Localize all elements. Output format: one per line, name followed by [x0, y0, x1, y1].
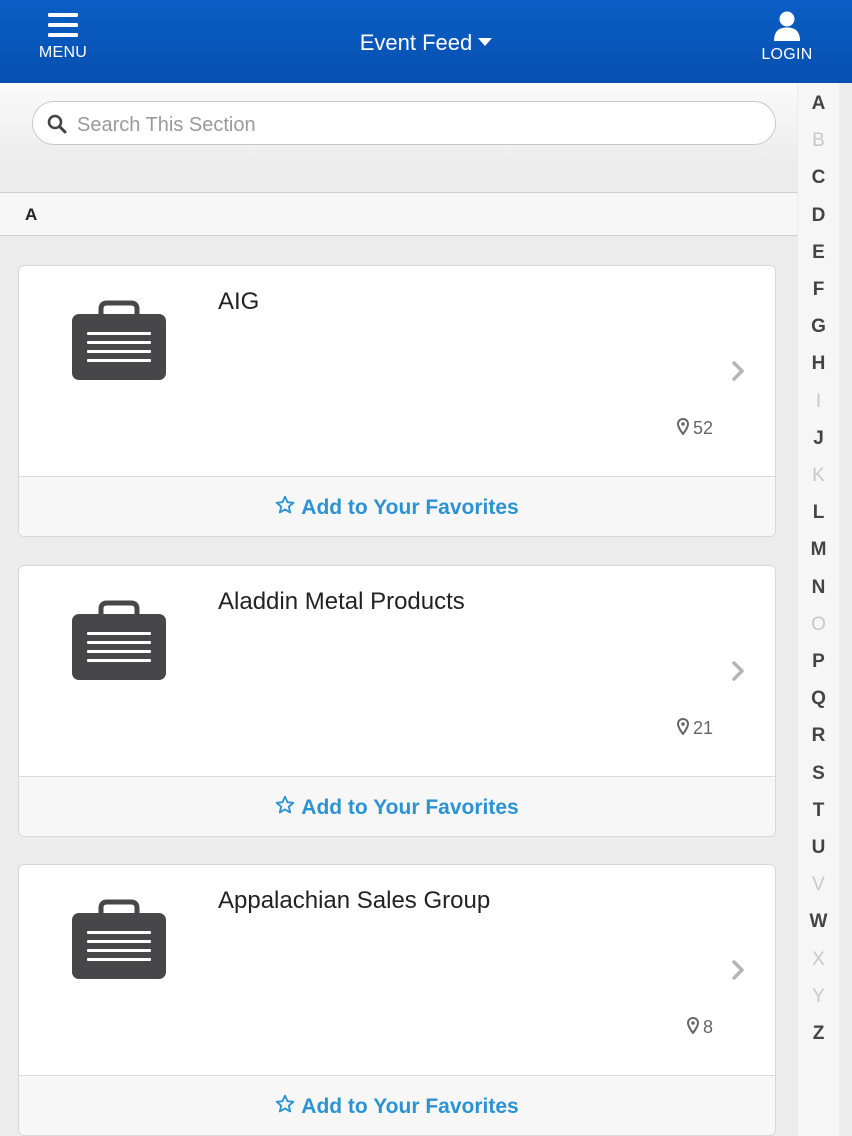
search-section — [0, 83, 797, 166]
index-letter-e[interactable]: E — [798, 242, 839, 264]
caret-down-icon — [478, 38, 493, 47]
hamburger-icon — [48, 13, 78, 37]
briefcase-icon — [72, 899, 166, 979]
location-count-value: 8 — [702, 1017, 713, 1037]
user-icon — [774, 11, 800, 41]
add-to-favorites-button[interactable]: Add to Your Favorites — [19, 476, 775, 536]
favorite-label: Add to Your Favorites — [301, 496, 519, 519]
exhibitor-name: Appalachian Sales Group — [218, 887, 491, 914]
exhibitor-name: AIG — [218, 288, 260, 315]
index-letter-h[interactable]: H — [798, 353, 839, 375]
search-icon — [47, 114, 67, 134]
index-letter-s[interactable]: S — [798, 763, 839, 785]
index-letter-d[interactable]: D — [798, 205, 839, 227]
add-to-favorites-button[interactable]: Add to Your Favorites — [19, 1075, 775, 1135]
location-count-value: 52 — [692, 418, 713, 438]
index-letter-j[interactable]: J — [798, 428, 839, 450]
index-letter-f[interactable]: F — [798, 279, 839, 301]
map-pin-icon — [676, 417, 689, 436]
exhibitor-card: Appalachian Sales Group 8 Add to Your Fa… — [18, 864, 776, 1136]
index-letter-o: O — [811, 613, 826, 635]
index-letter-n[interactable]: N — [798, 577, 839, 599]
index-letter-p[interactable]: P — [798, 651, 839, 673]
index-letter-g[interactable]: G — [798, 316, 839, 338]
map-pin-icon — [676, 717, 689, 736]
chevron-right-icon — [732, 960, 744, 980]
section-letter: A — [25, 205, 38, 224]
favorite-label: Add to Your Favorites — [301, 796, 519, 819]
exhibitor-name: Aladdin Metal Products — [218, 588, 465, 615]
map-pin-icon — [686, 1016, 699, 1035]
star-outline-icon — [276, 795, 295, 814]
page-title: Event Feed — [359, 30, 473, 55]
index-letter-r[interactable]: R — [798, 725, 839, 747]
event-feed-dropdown[interactable]: Event Feed — [326, 30, 526, 56]
index-letter-u[interactable]: U — [798, 837, 839, 859]
chevron-right-icon — [732, 361, 744, 381]
exhibitor-row[interactable]: AIG 52 — [19, 266, 775, 476]
index-letter-b: B — [812, 130, 825, 152]
alphabet-index-bar[interactable]: ABCDEFGHIJKLMNOPQRSTUVWXYZ — [797, 83, 839, 1136]
add-to-favorites-button[interactable]: Add to Your Favorites — [19, 776, 775, 836]
location-count: 8 — [686, 1016, 713, 1038]
exhibitor-card: Aladdin Metal Products 21 Add to Your Fa… — [18, 565, 776, 837]
menu-label: MENU — [38, 44, 88, 61]
section-header-a: A — [0, 192, 797, 236]
index-letter-m[interactable]: M — [798, 539, 839, 561]
menu-button[interactable]: MENU — [30, 10, 96, 74]
index-letter-z[interactable]: Z — [798, 1023, 839, 1045]
star-outline-icon — [276, 1094, 295, 1113]
exhibitor-row[interactable]: Appalachian Sales Group 8 — [19, 865, 775, 1075]
star-outline-icon — [276, 495, 295, 514]
index-letter-l[interactable]: L — [798, 502, 839, 524]
index-letter-w[interactable]: W — [798, 911, 839, 933]
briefcase-icon — [72, 300, 166, 380]
location-count: 21 — [676, 717, 713, 739]
favorite-label: Add to Your Favorites — [301, 1095, 519, 1118]
index-letter-v: V — [812, 874, 825, 896]
chevron-right-icon — [732, 661, 744, 681]
index-letter-x: X — [812, 948, 825, 970]
top-nav-bar: MENU Event Feed LOGIN — [0, 0, 852, 83]
search-input[interactable] — [75, 110, 759, 140]
location-count-value: 21 — [692, 718, 713, 738]
login-button[interactable]: LOGIN — [752, 10, 822, 64]
search-bar[interactable] — [32, 101, 776, 145]
index-letter-i: I — [815, 390, 822, 412]
login-label: LOGIN — [761, 46, 813, 63]
index-letter-t[interactable]: T — [798, 800, 839, 822]
index-letter-y: Y — [812, 985, 825, 1007]
exhibitor-card: AIG 52 Add to Your Favorites — [18, 265, 776, 537]
index-letter-a[interactable]: A — [798, 93, 839, 115]
index-letter-c[interactable]: C — [798, 167, 839, 189]
index-letter-k: K — [812, 465, 825, 486]
index-letter-q[interactable]: Q — [798, 688, 839, 710]
location-count: 52 — [676, 417, 713, 439]
exhibitor-row[interactable]: Aladdin Metal Products 21 — [19, 566, 775, 776]
briefcase-icon — [72, 600, 166, 680]
